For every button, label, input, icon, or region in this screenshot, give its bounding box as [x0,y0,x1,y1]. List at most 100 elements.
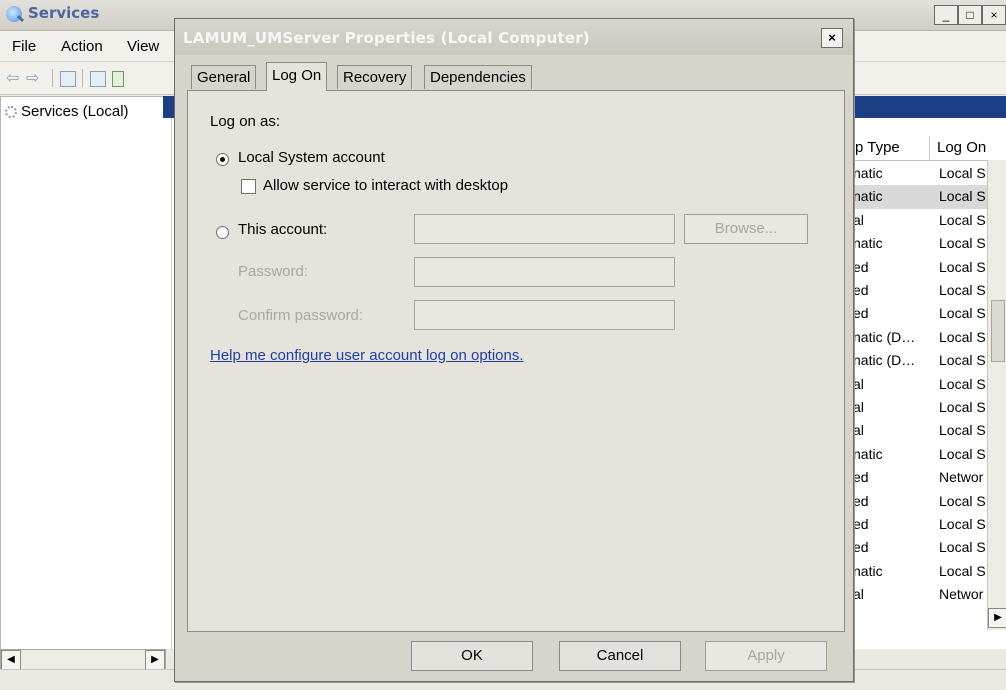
tab-recovery[interactable]: Recovery [337,65,413,89]
tree-horizontal-scrollbar[interactable]: ◀ ▶ [0,649,166,671]
gear-icon [5,106,17,118]
table-row[interactable]: al Local S [853,373,987,396]
table-row[interactable]: natic Local S [853,443,987,466]
log-on-cell: Networ [939,586,984,603]
dialog-title: LAMUM_UMServer Properties (Local Compute… [183,29,590,47]
console-tree: Services (Local) [0,96,164,651]
log-on-cell: Local S [939,282,986,298]
startup-type-cell: natic [853,445,883,462]
menu-view[interactable]: View [127,38,159,55]
tree-item-services-local[interactable]: Services (Local) [21,103,129,120]
back-arrow-icon[interactable]: ⇦ [6,68,19,88]
table-row[interactable]: ed Networ [853,466,987,489]
column-header-log-on[interactable]: Log On [937,139,986,156]
menu-file[interactable]: File [12,38,36,55]
table-row[interactable]: natic Local S [853,560,987,583]
local-system-radio[interactable] [216,153,229,166]
services-app-icon [6,6,22,22]
forward-arrow-icon[interactable]: ⇨ [26,68,39,88]
startup-type-cell: ed [853,305,869,322]
confirm-password-field[interactable] [414,300,675,330]
log-on-tab-panel: Log on as: Local System account Allow se… [187,90,845,632]
startup-type-cell: natic (D… [853,328,916,345]
scroll-down-button[interactable]: ▶ [988,608,1006,628]
table-row[interactable]: ed Local S [853,490,987,513]
startup-type-cell: ed [853,258,869,275]
startup-type-cell: ed [853,516,869,532]
tab-dependencies[interactable]: Dependencies [424,65,532,89]
tab-log-on[interactable]: Log On [266,62,328,91]
table-row[interactable]: al Local S [853,419,987,442]
table-row[interactable]: ed Local S [853,279,987,302]
password-field[interactable] [414,257,675,287]
startup-type-cell: al [853,211,864,228]
password-label: Password: [238,263,309,280]
log-on-cell: Networ [939,469,984,486]
table-row[interactable]: natic Local S [853,232,987,255]
log-on-as-label: Log on as: [210,113,281,130]
services-list: natic Local S natic Local S al Local S natic Lo… [853,162,987,648]
apply-button[interactable]: Apply [705,641,827,671]
menu-action[interactable]: Action [61,38,103,55]
log-on-cell: Local S [939,375,986,392]
table-row[interactable]: natic Local S [853,185,987,209]
log-on-cell: Local S [939,562,986,579]
column-separator[interactable] [929,136,930,160]
startup-type-cell: al [853,375,864,392]
toolbar-divider [52,69,53,87]
help-link[interactable]: Help me configure user account log on op… [210,347,524,364]
startup-type-cell: al [853,586,864,603]
table-row[interactable]: ed Local S [853,302,987,325]
log-on-cell: Local S [939,211,986,228]
table-row[interactable]: al Local S [853,209,987,232]
browse-button[interactable]: Browse... [684,214,808,244]
table-row[interactable]: ed Local S [853,513,987,536]
minimize-button[interactable]: _ [934,5,958,25]
dialog-close-button[interactable]: × [821,28,843,48]
startup-type-cell: natic [853,165,883,181]
log-on-cell: Local S [939,445,986,462]
startup-type-cell: ed [853,282,869,298]
properties-icon[interactable] [90,71,106,87]
scroll-left-button[interactable]: ◀ [1,650,21,670]
properties-dialog: LAMUM_UMServer Properties (Local Compute… [174,18,854,682]
this-account-label[interactable]: This account: [238,221,327,238]
refresh-icon[interactable] [112,71,124,87]
table-row[interactable]: al Networ [853,583,987,606]
startup-type-cell: natic [853,235,883,252]
interact-desktop-label[interactable]: Allow service to interact with desktop [263,177,508,194]
confirm-password-label: Confirm password: [238,307,364,324]
startup-type-cell: natic [853,562,883,579]
log-on-cell: Local S [939,305,986,322]
log-on-cell: Local S [939,258,986,275]
startup-type-cell: natic [853,188,883,205]
tab-general[interactable]: General [191,65,257,89]
startup-type-cell: ed [853,469,869,486]
local-system-label[interactable]: Local System account [238,149,385,166]
table-row[interactable]: ed Local S [853,256,987,279]
column-header-startup-type[interactable]: p Type [855,139,900,156]
table-row[interactable]: ed Local S [853,536,987,559]
ok-button[interactable]: OK [411,641,533,671]
log-on-cell: Local S [939,539,986,556]
show-hide-tree-icon[interactable] [60,71,76,87]
this-account-radio[interactable] [216,226,229,239]
description-strip [163,118,172,649]
table-row[interactable]: al Local S [853,396,987,419]
table-row[interactable]: natic Local S [853,162,987,185]
details-vertical-scrollbar[interactable]: ▶ [987,160,1006,630]
interact-desktop-checkbox[interactable] [241,179,256,194]
account-name-field[interactable] [414,214,675,244]
close-button[interactable]: × [982,5,1006,25]
log-on-cell: Local S [939,188,986,205]
scroll-right-button[interactable]: ▶ [145,650,165,670]
table-row[interactable]: natic (D… Local S [853,326,987,349]
cancel-button[interactable]: Cancel [559,641,681,671]
startup-type-cell: ed [853,492,869,509]
startup-type-cell: al [853,422,864,439]
maximize-button[interactable]: □ [958,5,982,25]
column-header-row: p Type Log On [853,136,1006,161]
log-on-cell: Local S [939,235,986,252]
table-row[interactable]: natic (D… Local S [853,349,987,372]
scroll-thumb[interactable] [991,300,1005,362]
